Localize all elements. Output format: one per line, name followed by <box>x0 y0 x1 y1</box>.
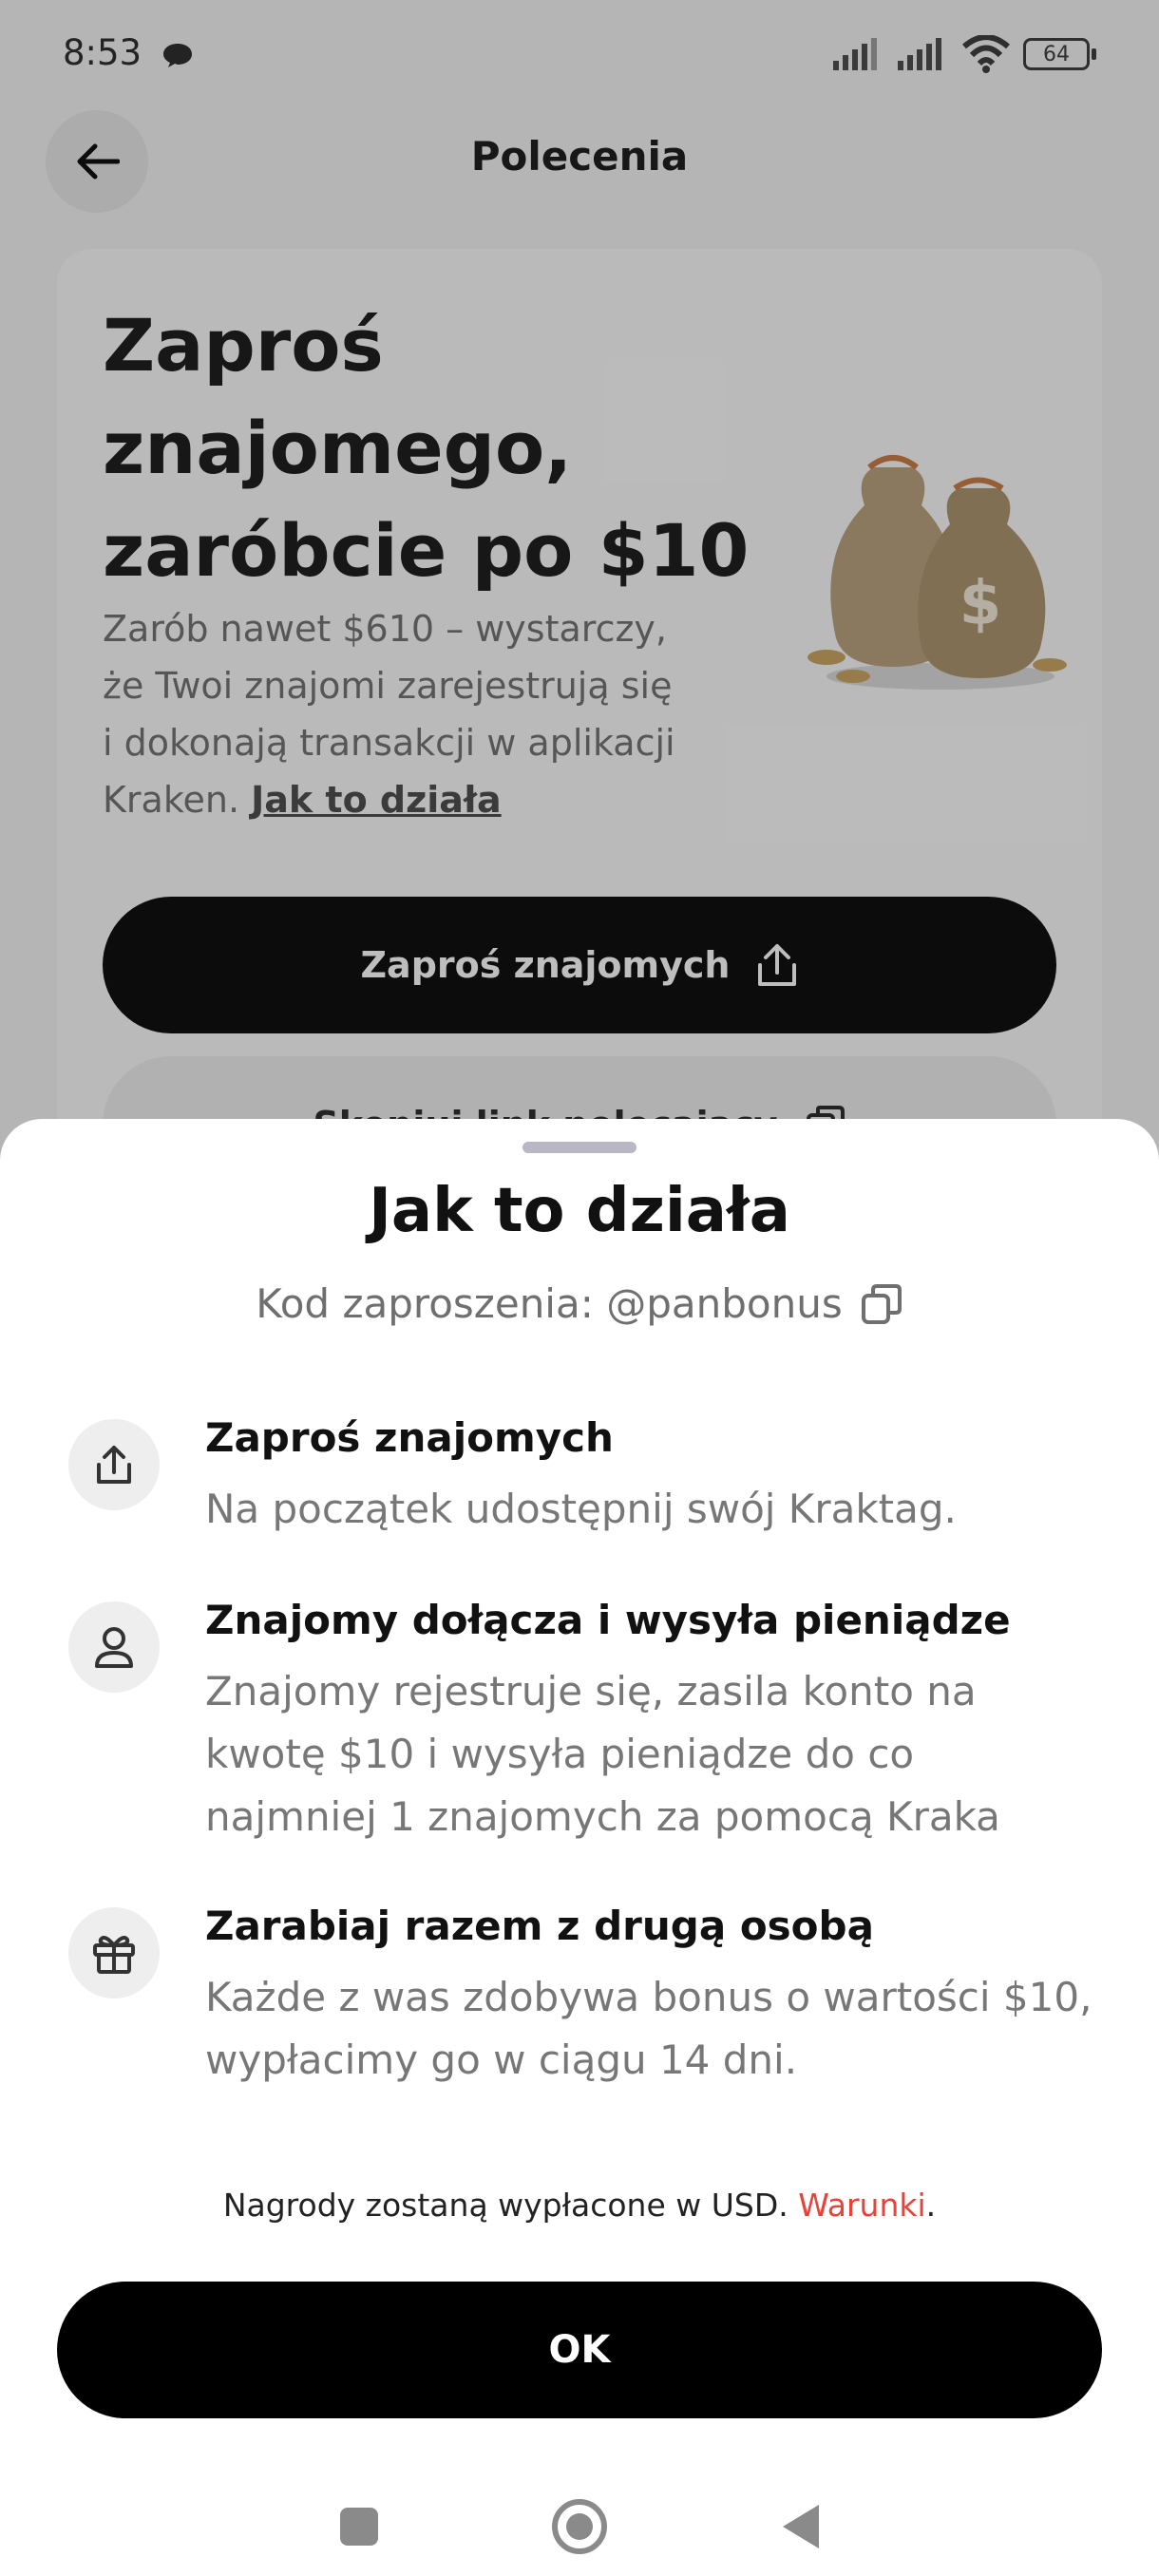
sheet-title: Jak to działa <box>369 1176 790 1246</box>
home-icon[interactable] <box>551 2498 608 2555</box>
step-title: Zarabiaj razem z drugą osobą <box>205 1903 874 1949</box>
user-icon <box>95 1627 133 1668</box>
footnote-end: . <box>925 2187 937 2224</box>
terms-link[interactable]: Warunki <box>798 2187 925 2224</box>
share-icon <box>97 1446 131 1484</box>
copy-icon[interactable] <box>860 1282 903 1326</box>
step-description: Znajomy rejestruje się, zasila konto na … <box>205 1668 1000 1840</box>
gift-icon <box>93 1936 135 1974</box>
step-description: Na początek udostępnij swój Kraktag. <box>205 1486 957 1532</box>
sheet-drag-handle[interactable] <box>522 1142 636 1153</box>
invite-code-row[interactable]: Kod zaproszenia: @panbonus <box>0 1280 1159 1327</box>
step-title: Znajomy dołącza i wysyła pieniądze <box>205 1597 1011 1643</box>
how-it-works-sheet: Jak to działa Kod zaproszenia: @panbonus… <box>0 1119 1159 2576</box>
footnote-text: Nagrody zostaną wypłacone w USD. <box>222 2187 788 2224</box>
back-triangle-icon[interactable] <box>779 2503 821 2550</box>
step-icon-container <box>68 1907 160 1998</box>
system-nav-bar <box>0 2477 1159 2576</box>
invite-code-label: Kod zaproszenia: @panbonus <box>256 1280 843 1327</box>
step-title: Zaproś znajomych <box>205 1414 614 1461</box>
ok-button[interactable]: OK <box>57 2282 1102 2418</box>
step-description: Każde z was zdobywa bonus o wartości $10… <box>205 1974 1092 2083</box>
step-icon-container <box>68 1419 160 1510</box>
recent-apps-icon[interactable] <box>338 2506 380 2548</box>
step-icon-container <box>68 1601 160 1693</box>
rewards-footnote: Nagrody zostaną wypłacone w USD. Warunki… <box>0 2187 1159 2224</box>
